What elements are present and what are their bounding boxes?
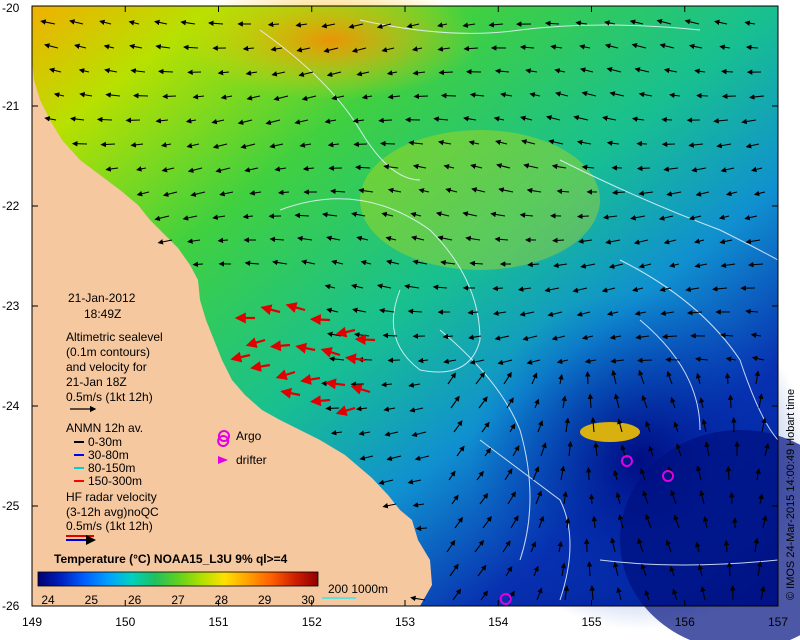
anmn-arrow xyxy=(309,314,331,326)
velocity-arrow xyxy=(380,140,396,147)
velocity-arrow xyxy=(588,493,595,505)
colorbar-tick-label: 24 xyxy=(41,593,55,607)
lat-tick-label: -25 xyxy=(2,499,20,513)
velocity-arrow xyxy=(162,93,177,100)
velocity-arrow xyxy=(726,561,733,577)
colorbar-tick-label: 25 xyxy=(85,593,99,607)
anmn-arrow xyxy=(309,395,331,407)
altimetry-line-2: (0.1m contours) xyxy=(66,345,150,359)
hf-radar-line-1: HF radar velocity xyxy=(66,490,157,504)
velocity-arrow xyxy=(294,212,310,219)
colorbar-tick-label: 30 xyxy=(301,593,315,607)
colorbar-title: Temperature (°C) NOAA15_L3U 9% ql>=4 xyxy=(54,552,288,566)
lat-tick-label: -20 xyxy=(2,1,20,15)
velocity-arrow xyxy=(413,93,429,100)
velocity-arrow xyxy=(661,116,673,123)
warm-water-band xyxy=(360,130,600,270)
date-label: 21-Jan-2012 xyxy=(68,291,136,305)
lon-tick-label: 149 xyxy=(22,615,42,629)
altimetry-line-4: 21-Jan 18Z xyxy=(66,375,127,389)
velocity-arrow xyxy=(636,357,653,364)
colorbar-tick-label: 28 xyxy=(215,593,229,607)
lat-tick-label: -22 xyxy=(2,199,20,213)
velocity-arrow xyxy=(636,165,651,172)
drifter-legend-label: drifter xyxy=(236,453,267,467)
anmn-arrow xyxy=(269,340,291,352)
velocity-arrow xyxy=(438,69,454,76)
velocity-arrow xyxy=(552,237,565,244)
lon-tick-label: 155 xyxy=(581,615,601,629)
colorbar-tick-label: 27 xyxy=(171,593,185,607)
anmn-depth-label: 150-300m xyxy=(88,474,142,488)
altimetry-line-3: and velocity for xyxy=(66,360,147,374)
velocity-arrow xyxy=(415,525,428,532)
ocean-temperature-map: 149 150 151 152 153 154 155 156 157 -20 -21 -22 -23… xyxy=(2,0,800,640)
velocity-arrow xyxy=(725,465,732,481)
velocity-arrow xyxy=(217,237,229,244)
altimetry-line-1: Altimetric sealevel xyxy=(66,330,163,344)
lon-tick-label: 156 xyxy=(675,615,695,629)
velocity-arrow xyxy=(724,372,731,385)
velocity-arrow xyxy=(192,261,204,268)
lon-tick-label: 152 xyxy=(302,615,322,629)
velocity-arrow xyxy=(158,68,174,75)
anmn-title: ANMN 12h av. xyxy=(66,421,143,435)
velocity-arrow xyxy=(727,394,734,409)
velocity-arrow xyxy=(696,92,709,99)
velocity-arrow xyxy=(96,116,113,123)
argo-legend-label: Argo xyxy=(236,429,262,443)
velocity-arrow xyxy=(378,117,393,124)
velocity-arrow xyxy=(355,164,371,171)
lon-tick-label: 154 xyxy=(488,615,508,629)
hf-radar-line-2: (3-12h avg)noQC xyxy=(66,505,159,519)
warm-eddy-spot xyxy=(580,422,640,442)
credit-text: © IMOS 24-Mar-2015 14:00:49 Hobart time xyxy=(785,389,797,600)
velocity-arrow xyxy=(611,189,626,196)
lon-tick-label: 151 xyxy=(208,615,228,629)
time-label: 18:49Z xyxy=(84,307,121,321)
anmn-depth-label: 80-150m xyxy=(88,461,135,475)
lat-tick-label: -26 xyxy=(2,599,20,613)
lon-tick-label: 157 xyxy=(768,615,788,629)
velocity-arrow xyxy=(586,561,593,577)
velocity-arrow xyxy=(585,467,592,481)
velocity-arrow xyxy=(577,213,590,220)
anmn-depth-label: 30-80m xyxy=(88,448,129,462)
lat-tick-label: -21 xyxy=(2,99,20,113)
contour-legend-label: 200 1000m xyxy=(328,582,388,596)
lat-tick-label: -23 xyxy=(2,299,20,313)
velocity-arrow xyxy=(721,68,734,75)
lon-tick-label: 153 xyxy=(395,615,415,629)
velocity-arrow xyxy=(325,405,340,412)
lon-tick-label: 150 xyxy=(115,615,135,629)
hf-radar-line-3: 0.5m/s (1kt 12h) xyxy=(66,519,153,533)
velocity-arrow xyxy=(440,92,457,99)
colorbar-tick-label: 26 xyxy=(128,593,142,607)
velocity-arrow xyxy=(267,21,280,28)
lat-tick-label: -24 xyxy=(2,399,20,413)
anmn-depth-label: 0-30m xyxy=(88,435,122,449)
velocity-arrow xyxy=(382,332,398,339)
altimetry-line-5: 0.5m/s (1kt 12h) xyxy=(66,390,153,404)
velocity-arrow xyxy=(492,285,504,292)
colorbar-strip xyxy=(37,571,319,587)
hf-radar-legend: HF radar velocity (3-12h avg)noQC 0.5m/s… xyxy=(66,490,159,545)
velocity-arrow xyxy=(100,141,116,148)
anmn-arrow xyxy=(354,334,376,346)
colorbar-tick-label: 29 xyxy=(258,593,272,607)
